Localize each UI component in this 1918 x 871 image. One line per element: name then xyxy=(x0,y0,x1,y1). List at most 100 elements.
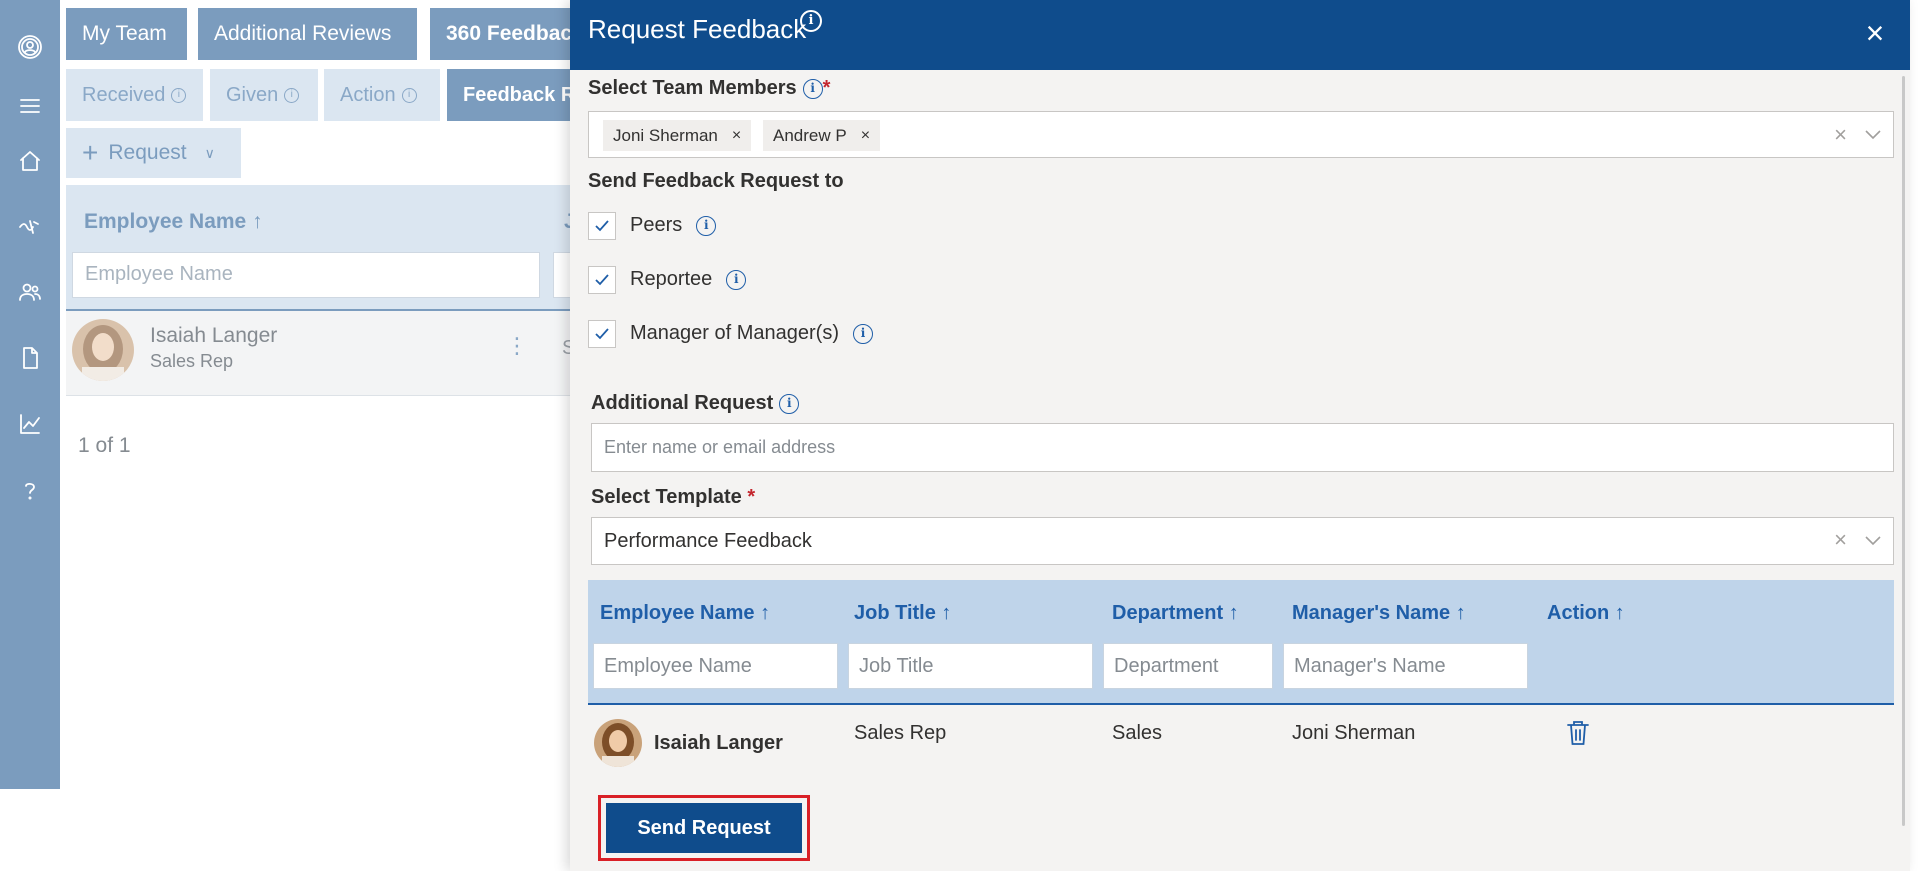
pager-text: 1 of 1 xyxy=(78,434,131,457)
manager-of-managers-checkbox[interactable] xyxy=(588,320,616,348)
managers-name-filter[interactable]: Manager's Name xyxy=(1283,643,1528,689)
panel-header: Request Feedback i × xyxy=(570,0,1910,70)
managers-name: Joni Sherman xyxy=(1292,722,1416,744)
info-icon: i xyxy=(401,87,417,103)
column-action[interactable]: Action ↑ xyxy=(1547,602,1625,625)
more-options-icon[interactable]: ⋮ xyxy=(506,333,528,359)
template-select[interactable]: Performance Feedback × xyxy=(591,517,1894,565)
request-label: Request xyxy=(108,141,187,164)
document-icon[interactable] xyxy=(15,343,45,373)
selected-employees-grid-header: Employee Name ↑ Job Title ↑ Department ↑… xyxy=(588,580,1894,705)
chevron-down-icon[interactable] xyxy=(1863,530,1883,550)
send-request-highlight: Send Request xyxy=(598,795,810,861)
chart-icon[interactable] xyxy=(15,409,45,439)
menu-icon[interactable] xyxy=(15,91,45,121)
feedback-icon[interactable] xyxy=(15,211,45,241)
subtab-label: Feedback R xyxy=(463,83,576,106)
left-nav-rail xyxy=(0,0,60,789)
additional-request-label: Additional Request i xyxy=(591,392,800,415)
request-feedback-panel: Request Feedback i × Select Team Members… xyxy=(570,0,1910,871)
info-icon[interactable]: i xyxy=(852,324,873,344)
people-icon[interactable] xyxy=(15,277,45,307)
delete-icon[interactable] xyxy=(1565,719,1591,747)
job-title-filter[interactable]: Job Title xyxy=(848,643,1093,689)
team-members-picker[interactable]: Joni Sherman × Andrew P × × xyxy=(588,111,1894,158)
tab-additional-reviews[interactable]: Additional Reviews xyxy=(198,8,417,60)
team-members-label: Select Team Members i * xyxy=(588,77,830,100)
plus-icon: + xyxy=(82,137,99,168)
job-title: Sales Rep xyxy=(854,722,947,744)
column-employee-name[interactable]: Employee Name ↑ xyxy=(600,602,770,625)
scrollbar-thumb[interactable] xyxy=(1902,76,1905,826)
department: Sales xyxy=(1112,722,1163,744)
employee-name: Isaiah Langer xyxy=(150,324,278,347)
info-icon[interactable]: i xyxy=(696,216,717,236)
table-row[interactable]: Isaiah Langer Sales Rep ⋮ S xyxy=(66,311,586,396)
subtab-feedback-requests[interactable]: Feedback R xyxy=(447,69,587,121)
column-department[interactable]: Department ↑ xyxy=(1112,602,1239,625)
info-icon: i xyxy=(171,87,187,103)
send-to-label: Send Feedback Request to xyxy=(588,170,844,192)
panel-title: Request Feedback xyxy=(588,14,807,44)
peers-text: Peers xyxy=(630,214,683,236)
column-managers-name[interactable]: Manager's Name ↑ xyxy=(1292,602,1466,625)
avatar xyxy=(594,719,642,767)
tab-my-team[interactable]: My Team xyxy=(66,8,187,60)
subtab-label: Given xyxy=(226,83,279,106)
reportee-text: Reportee xyxy=(630,268,713,290)
clear-icon[interactable]: × xyxy=(1834,527,1847,553)
background-grid-header: Employee Name ↑ J Employee Name xyxy=(66,185,593,311)
column-employee-name[interactable]: Employee Name ↑ xyxy=(84,210,263,234)
employee-name-filter[interactable]: Employee Name xyxy=(593,643,838,689)
info-icon: i xyxy=(284,87,300,103)
request-dropdown-button[interactable]: + Request ∨ xyxy=(66,128,241,178)
subtab-label: Received xyxy=(82,83,166,106)
subtab-action[interactable]: Action i xyxy=(324,69,440,121)
tab-360-feedback[interactable]: 360 Feedback xyxy=(430,8,590,60)
team-members-label-text: Select Team Members xyxy=(588,77,797,99)
column-job-title[interactable]: Job Title ↑ xyxy=(854,602,951,625)
employee-name: Isaiah Langer xyxy=(654,732,783,754)
info-icon[interactable]: i xyxy=(800,10,822,32)
reportee-checkbox[interactable] xyxy=(588,266,616,294)
required-asterisk: * xyxy=(822,77,831,99)
info-icon[interactable]: i xyxy=(726,270,747,290)
member-name: Andrew P xyxy=(773,125,847,145)
employee-name-filter[interactable]: Employee Name xyxy=(72,252,540,298)
peers-checkbox[interactable] xyxy=(588,212,616,240)
additional-request-input[interactable]: Enter name or email address xyxy=(591,423,1894,472)
subtab-received[interactable]: Received i xyxy=(66,69,203,121)
subtab-label: Action xyxy=(340,83,396,106)
clear-icon[interactable]: × xyxy=(1834,122,1847,148)
employee-title: Sales Rep xyxy=(150,351,234,371)
template-label-text: Select Template xyxy=(591,486,742,508)
member-name: Joni Sherman xyxy=(613,125,718,145)
manager-of-managers-text: Manager of Manager(s) xyxy=(630,322,839,344)
close-icon[interactable]: × xyxy=(1860,17,1890,49)
peers-label: Peers i xyxy=(630,214,717,237)
chevron-down-icon[interactable] xyxy=(1863,124,1883,144)
send-request-button[interactable]: Send Request xyxy=(606,803,802,853)
remove-icon[interactable]: × xyxy=(732,127,741,145)
required-asterisk: * xyxy=(747,486,756,508)
template-value: Performance Feedback xyxy=(604,530,812,552)
template-label: Select Template * xyxy=(591,486,755,509)
scrollbar[interactable] xyxy=(1898,70,1910,871)
manager-of-managers-label: Manager of Manager(s) i xyxy=(630,322,873,345)
additional-request-label-text: Additional Request xyxy=(591,392,774,414)
subtab-given[interactable]: Given i xyxy=(210,69,318,121)
reportee-label: Reportee i xyxy=(630,268,747,291)
chevron-down-icon: ∨ xyxy=(204,144,215,161)
info-icon[interactable]: i xyxy=(802,79,823,99)
remove-icon[interactable]: × xyxy=(861,127,870,145)
profile-icon[interactable] xyxy=(15,32,45,62)
help-icon[interactable] xyxy=(15,475,45,505)
avatar xyxy=(72,319,134,381)
selected-member-pill: Joni Sherman × xyxy=(603,120,752,151)
background-page: My Team Additional Reviews 360 Feedback … xyxy=(66,0,593,871)
selected-member-pill: Andrew P × xyxy=(763,120,881,151)
home-icon[interactable] xyxy=(15,146,45,176)
table-row[interactable]: Isaiah Langer Sales Rep Sales Joni Sherm… xyxy=(588,705,1894,767)
info-icon[interactable]: i xyxy=(779,394,800,414)
department-filter[interactable]: Department xyxy=(1103,643,1273,689)
